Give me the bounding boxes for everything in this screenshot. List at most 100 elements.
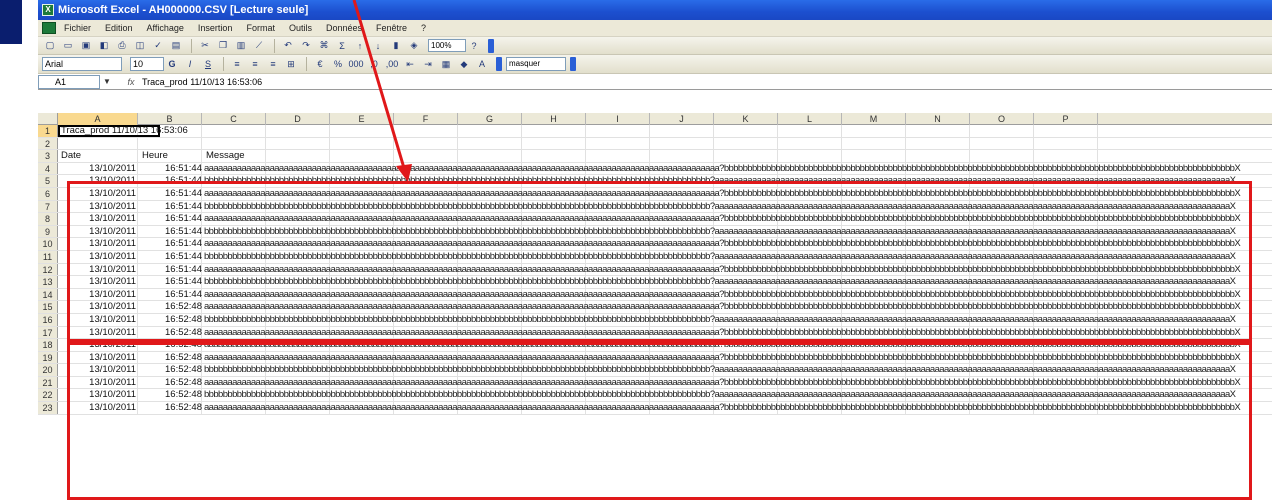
open-icon[interactable]: ▭	[60, 39, 76, 53]
bold-icon[interactable]: G	[164, 57, 180, 71]
row-cells[interactable]: 13/10/2011 16:51:44 aaaaaaaaaaaaaaaaaaaaaa…	[58, 162, 1272, 175]
row-cells[interactable]: 13/10/2011 16:52:48 bbbbbbbbbbbbbbbbbbbbbb…	[58, 313, 1272, 326]
row-cells[interactable]: 13/10/2011 16:52:48 aaaaaaaaaaaaaaaaaaaaaa…	[58, 339, 1272, 351]
row-cells[interactable]: 13/10/2011 16:52:48 bbbbbbbbbbbbbbbbbbbbbb…	[58, 389, 1272, 402]
column-header-a[interactable]: A	[58, 113, 138, 125]
row-header[interactable]: 9	[38, 225, 58, 238]
font-color-icon[interactable]: A	[474, 57, 490, 71]
format-painter-icon[interactable]: ⟋	[251, 39, 267, 53]
worksheet-grid[interactable]: ABCDEFGHIJKLMNOP 1 Traca_prod 11/10/13 16…	[38, 113, 1272, 415]
menu-edition[interactable]: Edition	[105, 23, 133, 33]
row-header[interactable]: 7	[38, 200, 58, 213]
column-header-b[interactable]: B	[138, 113, 202, 125]
row-cells[interactable]: 13/10/2011 16:51:44 aaaaaaaaaaaaaaaaaaaaaa…	[58, 288, 1272, 301]
spelling-icon[interactable]: ✓	[150, 39, 166, 53]
row-header[interactable]: 4	[38, 162, 58, 175]
menu-fenetre[interactable]: Fenêtre	[376, 23, 407, 33]
row-cells[interactable]: 13/10/2011 16:51:44 bbbbbbbbbbbbbbbbbbbbbb…	[58, 250, 1272, 263]
column-header-k[interactable]: K	[714, 113, 778, 125]
workbook-icon[interactable]	[42, 22, 56, 34]
row-cells[interactable]: Date Heure Message	[58, 150, 1272, 162]
copy-icon[interactable]: ❐	[215, 39, 231, 53]
row-cells[interactable]	[58, 137, 1272, 150]
column-header-c[interactable]: C	[202, 113, 266, 125]
row-header[interactable]: 1	[38, 125, 58, 137]
paste-icon[interactable]: ▥	[233, 39, 249, 53]
hide-select[interactable]: masquer	[506, 57, 566, 71]
permission-icon[interactable]: ◧	[96, 39, 112, 53]
chart-wizard-icon[interactable]: ▮	[388, 39, 404, 53]
toolbar-options-handle[interactable]	[488, 38, 494, 53]
new-icon[interactable]: ▢	[42, 39, 58, 53]
row-cells[interactable]: 13/10/2011 16:52:48 bbbbbbbbbbbbbbbbbbbbbb…	[58, 364, 1272, 376]
row-cells[interactable]: 13/10/2011 16:51:44 aaaaaaaaaaaaaaaaaaaaaa…	[58, 187, 1272, 200]
zoom-select[interactable]: 100%	[428, 39, 466, 52]
drawing-icon[interactable]: ◈	[406, 39, 422, 53]
row-cells[interactable]: 13/10/2011 16:51:44 bbbbbbbbbbbbbbbbbbbbbb…	[58, 225, 1272, 238]
toolbar-options-handle[interactable]	[570, 57, 576, 71]
menu-fichier[interactable]: Fichier	[64, 23, 91, 33]
row-header[interactable]: 10	[38, 238, 58, 250]
decrease-decimal-icon[interactable]: ,00	[384, 57, 400, 71]
font-size-select[interactable]: 10	[130, 57, 164, 71]
row-cells[interactable]: Traca_prod 11/10/13 16:53:06	[58, 125, 1272, 137]
sort-desc-icon[interactable]: ↓	[370, 39, 386, 53]
row-cells[interactable]: 13/10/2011 16:52:48 aaaaaaaaaaaaaaaaaaaaaa…	[58, 376, 1272, 389]
row-cells[interactable]: 13/10/2011 16:51:44 bbbbbbbbbbbbbbbbbbbbbb…	[58, 200, 1272, 213]
row-header[interactable]: 16	[38, 313, 58, 326]
column-header-i[interactable]: I	[586, 113, 650, 125]
column-header-h[interactable]: H	[522, 113, 586, 125]
italic-icon[interactable]: I	[182, 57, 198, 71]
print-icon[interactable]: ⎙	[114, 39, 130, 53]
toolbar-options-handle[interactable]	[496, 57, 502, 71]
select-all-corner[interactable]	[38, 113, 58, 124]
row-cells[interactable]: 13/10/2011 16:52:48 aaaaaaaaaaaaaaaaaaaaaa…	[58, 326, 1272, 339]
row-header[interactable]: 23	[38, 402, 58, 414]
merge-center-icon[interactable]: ⊞	[283, 57, 299, 71]
cut-icon[interactable]: ✂	[197, 39, 213, 53]
thousands-icon[interactable]: 000	[348, 57, 364, 71]
row-header[interactable]: 18	[38, 339, 58, 351]
menu-affichage[interactable]: Affichage	[147, 23, 184, 33]
row-header[interactable]: 15	[38, 301, 58, 313]
column-header-l[interactable]: L	[778, 113, 842, 125]
autosum-icon[interactable]: Σ	[334, 39, 350, 53]
column-header-d[interactable]: D	[266, 113, 330, 125]
row-header[interactable]: 8	[38, 213, 58, 225]
column-header-m[interactable]: M	[842, 113, 906, 125]
column-header-e[interactable]: E	[330, 113, 394, 125]
row-header[interactable]: 12	[38, 263, 58, 276]
row-cells[interactable]: 13/10/2011 16:51:44 aaaaaaaaaaaaaaaaaaaaaa…	[58, 238, 1272, 250]
row-header[interactable]: 2	[38, 137, 58, 150]
row-header[interactable]: 22	[38, 389, 58, 402]
borders-icon[interactable]: ▦	[438, 57, 454, 71]
row-cells[interactable]: 13/10/2011 16:51:44 bbbbbbbbbbbbbbbbbbbbbb…	[58, 276, 1272, 288]
name-box[interactable]: A1	[38, 74, 100, 89]
row-cells[interactable]: 13/10/2011 16:51:44 bbbbbbbbbbbbbbbbbbbbbb…	[58, 175, 1272, 187]
help-icon[interactable]: ?	[466, 39, 482, 53]
row-cells[interactable]: 13/10/2011 16:51:44 aaaaaaaaaaaaaaaaaaaaaa…	[58, 263, 1272, 276]
row-cells[interactable]: 13/10/2011 16:52:48 aaaaaaaaaaaaaaaaaaaaaa…	[58, 301, 1272, 313]
column-header-j[interactable]: J	[650, 113, 714, 125]
align-right-icon[interactable]: ≡	[265, 57, 281, 71]
row-header[interactable]: 17	[38, 326, 58, 339]
menu-donnees[interactable]: Données	[326, 23, 362, 33]
row-cells[interactable]: 13/10/2011 16:51:44 aaaaaaaaaaaaaaaaaaaaaa…	[58, 213, 1272, 225]
undo-icon[interactable]: ↶	[280, 39, 296, 53]
currency-icon[interactable]: €	[312, 57, 328, 71]
column-header-o[interactable]: O	[970, 113, 1034, 125]
column-header-g[interactable]: G	[458, 113, 522, 125]
formula-input[interactable]: Traca_prod 11/10/13 16:53:06	[142, 77, 262, 87]
percent-icon[interactable]: %	[330, 57, 346, 71]
row-header[interactable]: 5	[38, 175, 58, 187]
hyperlink-icon[interactable]: ⌘	[316, 39, 332, 53]
increase-indent-icon[interactable]: ⇥	[420, 57, 436, 71]
row-header[interactable]: 14	[38, 288, 58, 301]
row-cells[interactable]: 13/10/2011 16:52:48 aaaaaaaaaaaaaaaaaaaaaa…	[58, 351, 1272, 364]
font-select[interactable]: Arial	[42, 57, 122, 71]
insert-function-icon[interactable]: fx	[120, 77, 142, 87]
fill-color-icon[interactable]: ◆	[456, 57, 472, 71]
row-cells[interactable]: 13/10/2011 16:52:48 aaaaaaaaaaaaaaaaaaaaaa…	[58, 402, 1272, 414]
row-header[interactable]: 3	[38, 150, 58, 162]
preview-icon[interactable]: ◫	[132, 39, 148, 53]
